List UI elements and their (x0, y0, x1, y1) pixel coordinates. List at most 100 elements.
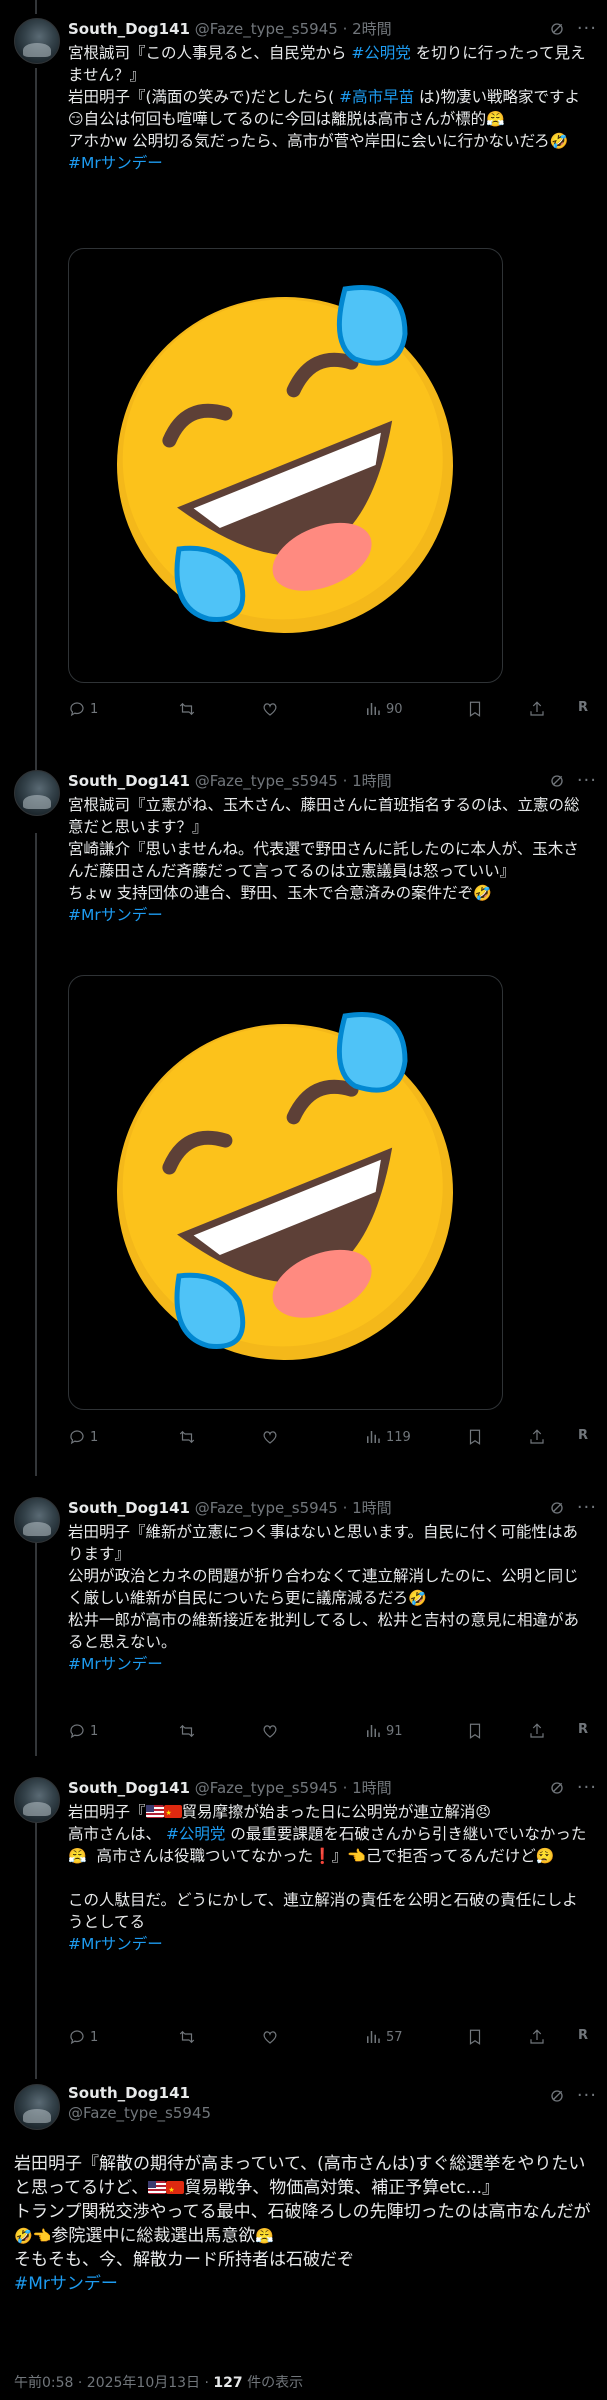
display-name[interactable]: South_Dog141 (68, 20, 190, 38)
emoji: 😠 (475, 1803, 492, 1821)
reply-button[interactable]: 1 (68, 700, 98, 718)
views-icon (367, 1431, 380, 1443)
like-button[interactable] (261, 1428, 279, 1446)
emoji: 👈 (347, 1847, 366, 1865)
post-timestamp[interactable]: 午前0:58 · 2025年10月13日 · (14, 2375, 213, 2391)
avatar[interactable] (14, 1777, 60, 1823)
main-tweet[interactable]: South_Dog141 @Faze_type_s5945 ··· 岩田明子『解… (0, 2082, 607, 2400)
display-name[interactable]: South_Dog141 (68, 1499, 190, 1517)
hashtag[interactable]: #高市早苗 (339, 88, 414, 106)
share-button[interactable] (528, 1722, 546, 1740)
views-icon (367, 2031, 380, 2043)
reply-icon (70, 1430, 84, 1445)
hashtag[interactable]: #Mrサンデー (68, 1655, 163, 1673)
thread-line (35, 0, 37, 14)
like-button[interactable] (261, 2028, 279, 2046)
emoji: 🤣 (408, 1589, 427, 1607)
hashtag[interactable]: #Mrサンデー (68, 1935, 163, 1953)
views-button[interactable]: 57 (364, 2028, 403, 2046)
grok-icon[interactable] (549, 1500, 565, 1516)
emoji: 😏 (68, 110, 84, 128)
china-flag-icon (166, 2178, 185, 2202)
bookmark-button[interactable] (466, 1428, 484, 1446)
share-button[interactable] (528, 700, 546, 718)
hashtag[interactable]: #Mrサンデー (14, 2274, 118, 2294)
tweet[interactable]: South_Dog141 @Faze_type_s5945 · 1時間 ··· … (0, 1777, 607, 2067)
grok-icon[interactable] (549, 1780, 565, 1796)
grok-icon[interactable] (549, 773, 565, 789)
view-count: 127 (213, 2375, 243, 2391)
bookmark-button[interactable] (466, 2028, 484, 2046)
share-button[interactable] (528, 1428, 546, 1446)
display-name[interactable]: South_Dog141 (68, 1779, 190, 1797)
r-badge[interactable]: R (578, 1722, 588, 1737)
more-icon[interactable]: ··· (577, 1777, 597, 1798)
bookmark-icon (469, 1723, 481, 1739)
reply-button[interactable]: 1 (68, 1722, 98, 1740)
avatar[interactable] (14, 770, 60, 816)
tweet[interactable]: South_Dog141 @Faze_type_s5945 · 1時間 ··· … (0, 1497, 607, 1757)
r-badge[interactable]: R (578, 1428, 588, 1443)
more-icon[interactable]: ··· (577, 1497, 597, 1518)
bookmark-icon (469, 1429, 481, 1445)
view-count: 119 (386, 1429, 411, 1445)
views-button[interactable]: 91 (364, 1722, 403, 1740)
hashtag[interactable]: #Mrサンデー (68, 154, 163, 172)
r-badge[interactable]: R (578, 700, 588, 715)
like-button[interactable] (261, 1722, 279, 1740)
user-handle[interactable]: @Faze_type_s5945 (195, 1499, 338, 1517)
emoji: 😤 (486, 110, 505, 128)
timestamp[interactable]: 1時間 (352, 1499, 392, 1517)
emoji: 😤 (255, 2227, 275, 2245)
display-name[interactable]: South_Dog141 (68, 2084, 211, 2102)
display-name[interactable]: South_Dog141 (68, 772, 190, 790)
bookmark-icon (469, 2029, 481, 2045)
repost-icon (179, 702, 195, 716)
avatar[interactable] (14, 1497, 60, 1543)
tweet-media-rofl-emoji[interactable] (68, 975, 503, 1410)
timestamp[interactable]: 1時間 (352, 772, 392, 790)
grok-icon[interactable] (549, 2088, 565, 2104)
hashtag[interactable]: #公明党 (351, 44, 411, 62)
reply-button[interactable]: 1 (68, 2028, 98, 2046)
more-icon[interactable]: ··· (577, 18, 597, 39)
repost-button[interactable] (178, 1428, 196, 1446)
avatar[interactable] (14, 18, 60, 64)
user-handle[interactable]: @Faze_type_s5945 (195, 772, 338, 790)
emoji: 😤 (68, 1847, 87, 1865)
repost-button[interactable] (178, 2028, 196, 2046)
repost-icon (179, 1724, 195, 1738)
tweet[interactable]: South_Dog141 @Faze_type_s5945 · 1時間 ··· … (0, 770, 607, 1450)
like-button[interactable] (261, 700, 279, 718)
bookmark-button[interactable] (466, 1722, 484, 1740)
user-handle[interactable]: @Faze_type_s5945 (195, 20, 338, 38)
emoji: 👈 (32, 2227, 52, 2245)
repost-button[interactable] (178, 700, 196, 718)
user-handle[interactable]: @Faze_type_s5945 (195, 1779, 338, 1797)
tweet-media-rofl-emoji[interactable] (68, 248, 503, 683)
views-button[interactable]: 119 (364, 1428, 411, 1446)
tweet-header: South_Dog141 @Faze_type_s5945 · 1時間 (68, 1779, 392, 1797)
share-icon (530, 2029, 544, 2044)
tweet[interactable]: South_Dog141 @Faze_type_s5945 · 2時間 ··· … (0, 18, 607, 748)
views-button[interactable]: 90 (364, 700, 403, 718)
tweet-text: 岩田明子『貿易摩擦が始まった日に公明党が連立解消😠 高市さんは、 #公明党 の最… (68, 1801, 593, 1955)
timestamp[interactable]: 1時間 (352, 1779, 392, 1797)
share-button[interactable] (528, 2028, 546, 2046)
timestamp[interactable]: 2時間 (352, 20, 392, 38)
hashtag[interactable]: #Mrサンデー (68, 906, 163, 924)
repost-button[interactable] (178, 1722, 196, 1740)
hashtag[interactable]: #公明党 (166, 1825, 226, 1843)
rofl-emoji-image (116, 285, 453, 633)
tweet-header: South_Dog141 @Faze_type_s5945 · 1時間 (68, 1499, 392, 1517)
r-badge[interactable]: R (578, 2028, 588, 2043)
china-flag-icon (163, 1802, 182, 1824)
grok-icon[interactable] (549, 21, 565, 37)
more-icon[interactable]: ··· (577, 770, 597, 791)
avatar[interactable] (14, 2084, 60, 2130)
bookmark-button[interactable] (466, 700, 484, 718)
more-icon[interactable]: ··· (577, 2085, 597, 2106)
reply-button[interactable]: 1 (68, 1428, 98, 1446)
user-handle[interactable]: @Faze_type_s5945 (68, 2104, 211, 2122)
bookmark-icon (469, 701, 481, 717)
